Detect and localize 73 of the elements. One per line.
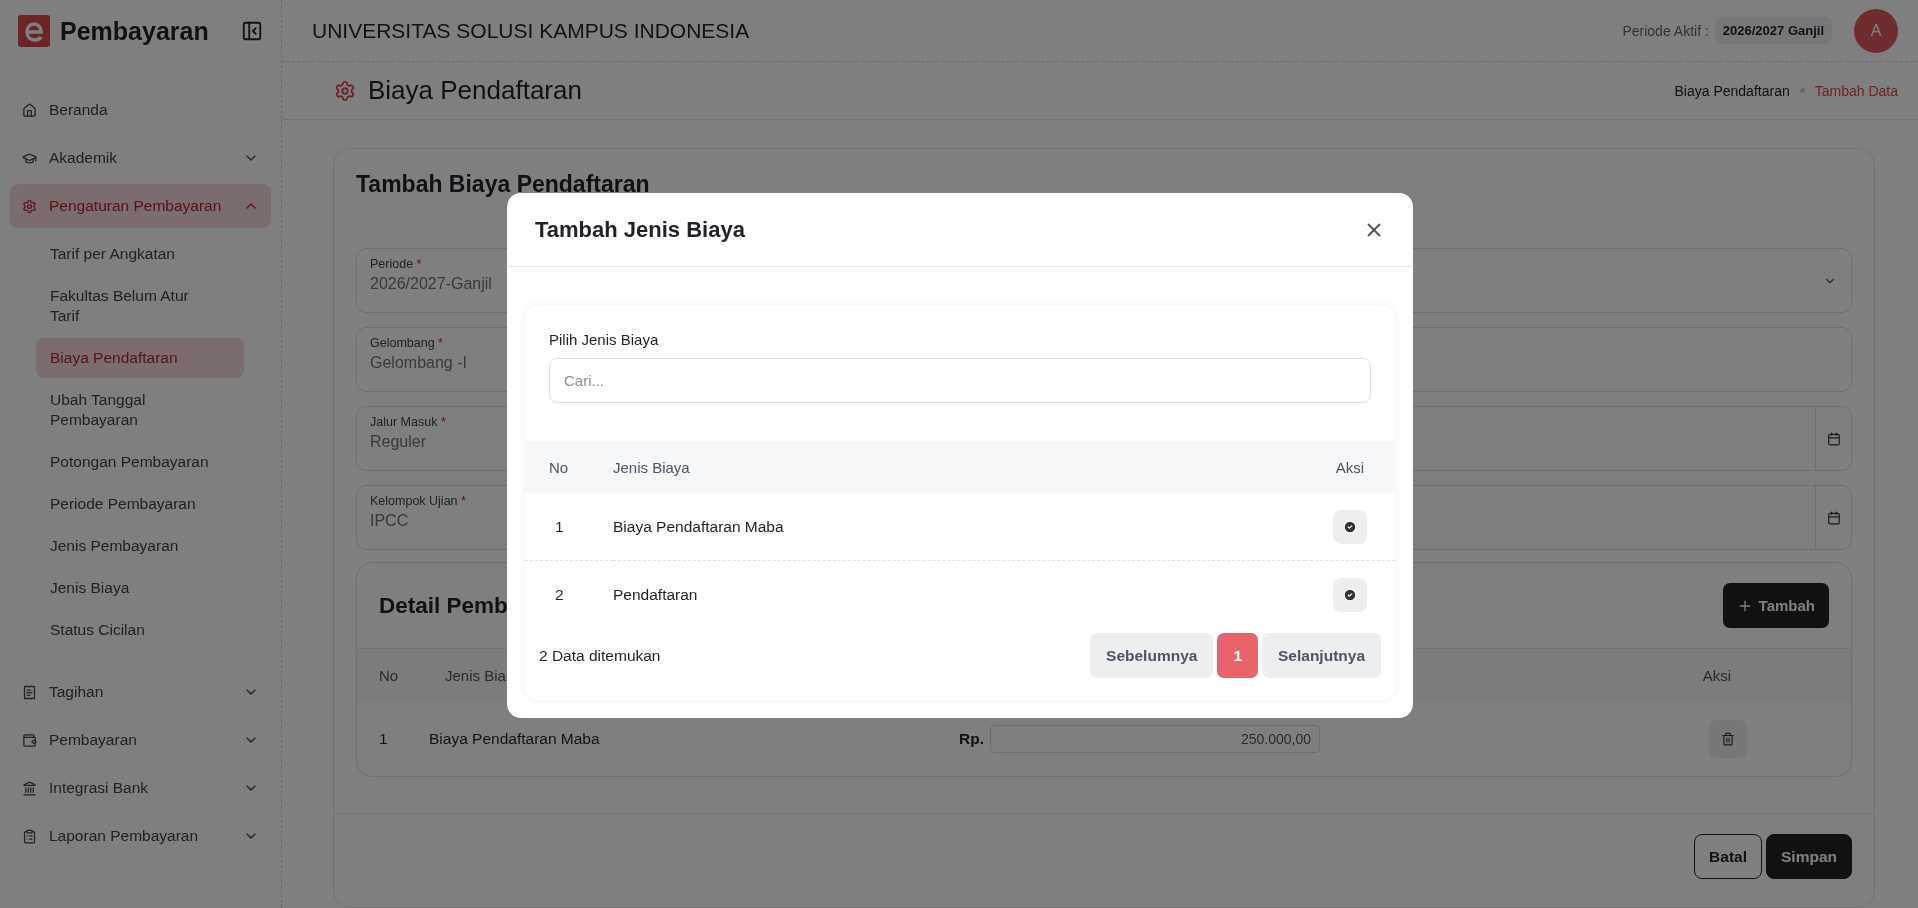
sidebar-subitem[interactable]: Jenis Biaya: [36, 568, 244, 608]
user-avatar[interactable]: A: [1854, 8, 1898, 53]
column-header: Jenis Biaya: [613, 441, 1305, 493]
trash-icon: [1721, 732, 1735, 746]
sidebar-item[interactable]: Tagihan: [10, 670, 271, 714]
table-cell-text: 2: [554, 585, 565, 605]
field-label: Periode *: [370, 257, 422, 271]
delete-button[interactable]: [1709, 720, 1747, 758]
logo-icon: [18, 15, 50, 47]
sidebar-subitem[interactable]: Ubah Tanggal Pembayaran: [36, 380, 244, 440]
home-icon: [22, 102, 37, 118]
amount-field[interactable]: 250.000,00: [989, 725, 1320, 753]
table-cell-text: Pendaftaran: [613, 585, 699, 605]
column-header: No: [525, 441, 613, 493]
cancel-button[interactable]: Batal: [1694, 834, 1762, 879]
field-value: IPCC: [370, 512, 409, 530]
page-button[interactable]: 1: [1217, 633, 1258, 678]
settings-icon: [22, 198, 37, 214]
bank-icon: [22, 780, 37, 796]
field-value: Gelombang -I: [370, 354, 467, 372]
sidebar-subitem[interactable]: Periode Pembayaran: [36, 484, 244, 524]
sidebar-item[interactable]: Laporan Pembayaran: [10, 814, 271, 858]
field-label: Pilih Jenis Biaya: [549, 331, 659, 348]
check-circle-icon: [1343, 588, 1357, 602]
calendar-icon: [1826, 431, 1841, 446]
save-button[interactable]: Simpan: [1766, 834, 1852, 879]
wallet-icon: [22, 732, 37, 748]
breadcrumb-item[interactable]: Biaya Pendaftaran: [1674, 82, 1790, 99]
sidebar-subitem[interactable]: Fakultas Belum Atur Tarif: [36, 276, 244, 336]
sidebar-subitem[interactable]: Tarif per Angkatan: [36, 234, 244, 274]
field-value: Reguler: [370, 433, 427, 451]
page-title: Biaya Pendaftaran: [368, 75, 583, 106]
graduation-cap-icon: [22, 150, 37, 166]
sidebar-subitem[interactable]: Biaya Pendaftaran: [36, 338, 244, 378]
clipboard-icon: [22, 828, 37, 844]
sidebar-toggle[interactable]: [241, 20, 263, 42]
section-title: Detail Pemb: [379, 592, 508, 619]
calendar-icon: [1826, 510, 1841, 525]
sidebar-subitem[interactable]: Potongan Pembayaran: [36, 442, 244, 482]
field-label: Jalur Masuk *: [370, 415, 446, 429]
period-label: Periode Aktif :: [1622, 22, 1709, 39]
sidebar-item[interactable]: Pembayaran: [10, 718, 271, 762]
add-button[interactable]: Tambah: [1722, 583, 1829, 628]
period-badge: 2026/2027 Ganjil: [1714, 17, 1832, 44]
sidebar-item[interactable]: Integrasi Bank: [10, 766, 271, 810]
sidebar-subitem[interactable]: Jenis Pembayaran: [36, 526, 244, 566]
receipt-icon: [22, 684, 37, 700]
university-name: UNIVERSITAS SOLUSI KAMPUS INDONESIA: [312, 18, 751, 43]
breadcrumb-item: Tambah Data: [1814, 82, 1898, 99]
field-value: 2026/2027-Ganjil: [370, 275, 492, 293]
column-header: Aksi: [1305, 441, 1395, 493]
table-cell-text: 1: [378, 729, 389, 749]
previous-button[interactable]: Sebelumnya: [1090, 633, 1214, 678]
modal-title: Tambah Jenis Biaya: [535, 216, 745, 243]
result-count: 2 Data ditemukan: [539, 646, 662, 665]
select-button[interactable]: [1333, 509, 1367, 544]
field-label: Kelompok Ujian *: [370, 494, 466, 508]
settings-icon: [334, 79, 356, 102]
table-cell: 1: [525, 493, 613, 561]
sidebar-item[interactable]: Beranda: [10, 88, 271, 132]
currency-label: Rp.: [959, 730, 984, 748]
next-button[interactable]: Selanjutnya: [1262, 633, 1381, 678]
select-button[interactable]: [1333, 578, 1367, 612]
sidebar-subitem[interactable]: Status Cicilan: [36, 610, 244, 650]
sidebar-item[interactable]: Pengaturan Pembayaran: [10, 184, 271, 228]
table-cell: Biaya Pendaftaran Maba: [613, 493, 1305, 561]
sidebar-item[interactable]: Akademik: [10, 136, 271, 180]
search-field[interactable]: Cari...: [549, 358, 1371, 403]
app-title: Pembayaran: [60, 16, 210, 46]
field-label: Gelombang *: [370, 336, 443, 350]
card-title: Tambah Biaya Pendaftaran: [355, 170, 651, 198]
table-cell-text: Biaya Pendaftaran Maba: [429, 730, 601, 748]
check-circle-icon: [1343, 519, 1357, 534]
